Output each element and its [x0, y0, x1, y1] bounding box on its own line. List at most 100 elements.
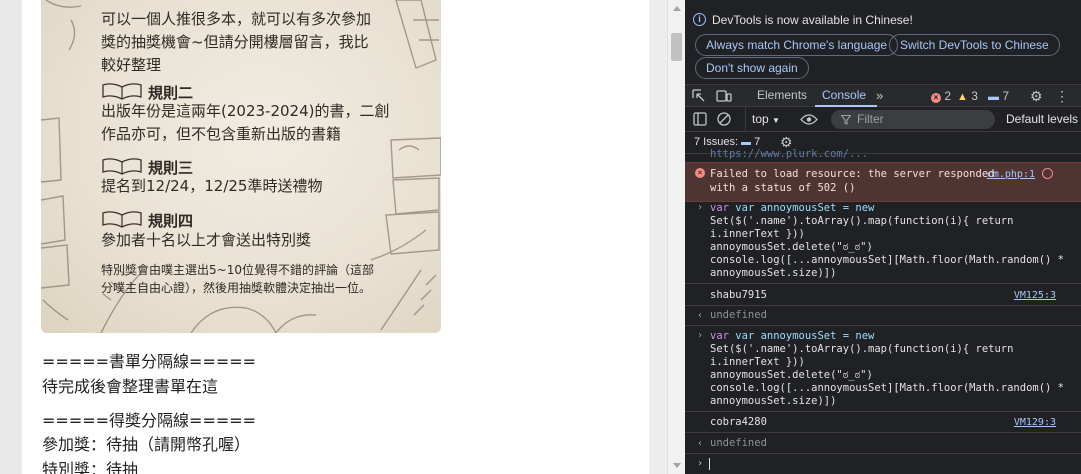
open-book-icon — [102, 211, 142, 228]
console-separator — [685, 283, 1081, 284]
scroll-thumb[interactable] — [671, 33, 682, 61]
settings-gear-icon[interactable]: ⚙ — [1030, 89, 1043, 103]
special-prize-text: 特別獎：待抽 — [42, 460, 139, 474]
console-input-line: console.log([...annoymousSet][Math.floor… — [710, 382, 1065, 394]
message-icon: ▬ — [741, 137, 751, 148]
open-book-icon — [102, 158, 142, 175]
winners-divider: =====得獎分隔線===== — [42, 411, 257, 430]
always-match-language-button[interactable]: Always match Chrome's language — [695, 34, 899, 56]
console-prompt-input[interactable] — [709, 458, 710, 470]
console-separator — [685, 453, 1081, 454]
message-count: 7 — [1002, 89, 1010, 103]
rule-2-line-1: 出版年份是這兩年(2023-2024)的書，二創 — [101, 102, 390, 120]
console-input-line: var var annoymousSet = new — [710, 330, 875, 342]
console-input-line: Set($('.name').toArray().map(function(i)… — [710, 343, 1014, 355]
devtools-panel: i DevTools is now available in Chinese! … — [685, 0, 1081, 474]
console-input-line: annoymousSet.delete("ಠ_ಠ") — [710, 369, 873, 381]
switch-devtools-language-button[interactable]: Switch DevTools to Chinese — [889, 34, 1060, 56]
input-chevron-icon: › — [697, 330, 704, 341]
console-error-message: × Failed to load resource: the server re… — [685, 162, 1081, 202]
toolbar-divider — [745, 107, 746, 132]
console-toolbar: top ▼ Filter Default levels ▼ — [685, 107, 1081, 132]
device-toolbar-icon[interactable] — [716, 89, 732, 103]
error-text-line-1: Failed to load resource: the server resp… — [710, 168, 995, 180]
console-output-value: shabu7915 — [710, 289, 767, 301]
console-result: undefined — [710, 309, 767, 321]
warning-icon: ▲ — [957, 91, 968, 103]
booklist-placeholder-text: 待完成後會整理書單在這 — [42, 377, 219, 396]
filter-input[interactable]: Filter — [831, 110, 995, 129]
inspect-element-icon[interactable] — [692, 89, 706, 103]
live-expression-eye-icon[interactable] — [800, 114, 818, 125]
more-options-icon[interactable]: ⋮ — [1055, 89, 1069, 103]
console-output: https://www.plurk.com/... × Failed to lo… — [685, 148, 1081, 474]
console-separator — [685, 325, 1081, 326]
prompt-chevron-icon: › — [697, 458, 704, 469]
network-error-icon[interactable] — [1042, 168, 1053, 179]
console-input-line: console.log([...annoymousSet][Math.floor… — [710, 254, 1065, 266]
participation-prize-text: 參加獎：待抽（請開幣孔喔） — [42, 435, 251, 454]
poster-note-line-1: 特別獎會由噗主選出5~10位覺得不錯的評論（這部 — [101, 263, 374, 277]
rule-4-line-1: 參加者十名以上才會送出特別獎 — [101, 231, 312, 249]
message-icon: ▬ — [988, 91, 999, 103]
rule-3-line-1: 提名到12/24，12/25準時送禮物 — [101, 177, 323, 195]
issues-link[interactable]: ▬ 7 — [741, 136, 760, 148]
error-icon: × — [695, 168, 705, 178]
tab-elements[interactable]: Elements — [757, 88, 807, 102]
dont-show-again-button[interactable]: Don't show again — [695, 57, 809, 79]
infobar-message: DevTools is now available in Chinese! — [712, 13, 913, 27]
scroll-up-arrow-icon[interactable] — [673, 6, 681, 11]
issues-count: 7 — [754, 136, 761, 148]
clipped-log-line: https://www.plurk.com/... — [710, 148, 869, 160]
result-arrow-icon: ‹ — [697, 438, 704, 449]
warning-count: 3 — [971, 89, 978, 103]
warning-count-badge[interactable]: ▲ 3 — [957, 89, 978, 103]
message-count-badge[interactable]: ▬ 7 — [988, 89, 1009, 103]
tab-console[interactable]: Console — [822, 88, 866, 102]
more-tabs-chevron-icon[interactable]: » — [876, 89, 883, 103]
open-book-icon — [102, 83, 142, 100]
event-poster-image: 可以一個人推很多本，就可以有多次參加 獎的抽獎機會~但請分開樓層留言，我比 較好… — [41, 0, 441, 333]
console-output-value: cobra4280 — [710, 416, 767, 428]
clear-console-icon[interactable] — [717, 112, 731, 126]
error-source-link[interactable]: cm.php:1 — [987, 168, 1035, 181]
info-icon: i — [693, 13, 706, 26]
error-icon: × — [931, 93, 941, 103]
dropdown-arrow-icon: ▼ — [772, 116, 780, 125]
language-infobar: i DevTools is now available in Chinese! … — [685, 0, 1081, 84]
scroll-down-arrow-icon[interactable] — [673, 463, 681, 468]
log-levels-dropdown[interactable]: Default levels ▼ — [1006, 112, 1081, 126]
error-count-badge[interactable]: × 2 — [931, 89, 951, 103]
console-separator — [685, 432, 1081, 433]
page-margin — [0, 0, 22, 474]
poster-intro-line-3: 較好整理 — [101, 56, 162, 74]
poster-note-line-2: 分噗主自由心證），然後用抽獎軟體決定抽出一位。 — [101, 281, 372, 295]
input-chevron-icon: › — [697, 202, 704, 213]
console-input-line: var var annoymousSet = new — [710, 202, 875, 214]
console-result: undefined — [710, 437, 767, 449]
rule-4-title: 規則四 — [148, 212, 194, 230]
output-source-link[interactable]: VM129:3 — [1014, 416, 1056, 429]
error-count: 2 — [944, 89, 952, 103]
console-separator — [685, 305, 1081, 306]
web-page: 可以一個人推很多本，就可以有多次參加 獎的抽獎機會~但請分開樓層留言，我比 較好… — [0, 0, 685, 474]
error-text-line-2: with a status of 502 () — [710, 182, 856, 194]
console-input-line: annoymousSet.delete("ಠ_ಠ") — [710, 241, 873, 253]
output-source-link[interactable]: VM125:3 — [1014, 289, 1056, 302]
console-input-line: annoymousSet.size)]) — [710, 395, 837, 407]
devtools-tabbar: Elements Console » × 2 ▲ 3 ▬ 7 ⚙ ⋮ — [685, 84, 1081, 107]
context-selector[interactable]: top ▼ — [752, 112, 780, 126]
poster-intro-line-1: 可以一個人推很多本，就可以有多次參加 — [101, 10, 372, 28]
poster-intro-line-2: 獎的抽獎機會~但請分開樓層留言，我比 — [101, 33, 369, 51]
sidebar-toggle-icon[interactable] — [693, 112, 707, 126]
console-input-line: Set($('.name').toArray().map(function(i)… — [710, 215, 1014, 227]
log-levels-label: Default levels — [1006, 112, 1079, 126]
console-input-line: annoymousSet.size)]) — [710, 267, 837, 279]
result-arrow-icon: ‹ — [697, 310, 704, 321]
issues-label: 7 Issues: — [694, 136, 739, 148]
context-label: top — [752, 112, 769, 126]
console-separator — [685, 411, 1081, 412]
page-scrollbar[interactable] — [667, 0, 685, 474]
booklist-divider: =====書單分隔線===== — [42, 352, 257, 371]
rule-2-line-2: 作品亦可，但不包含重新出版的書籍 — [101, 125, 342, 143]
